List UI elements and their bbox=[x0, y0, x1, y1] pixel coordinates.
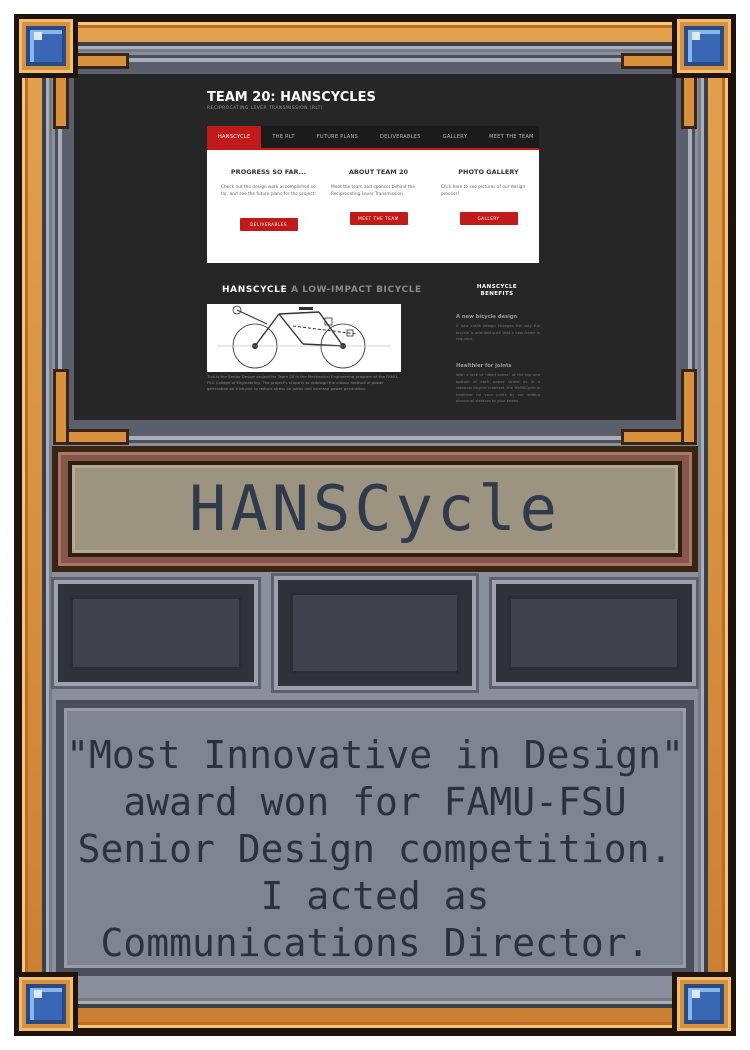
stat-slot-inner bbox=[290, 592, 460, 674]
column-text: Meet the team and sponsor behind the Rec… bbox=[331, 185, 415, 197]
column-gallery: PHOTO GALLERY Click here to see pictures… bbox=[441, 168, 536, 225]
column-text: Click here to see pictures of our design… bbox=[441, 185, 526, 197]
section-heading-rest: A LOW-IMPACT BICYCLE bbox=[290, 285, 422, 295]
section-heading-bold: HANSCYCLE bbox=[222, 285, 288, 295]
column-heading: ABOUT TEAM 20 bbox=[348, 168, 409, 176]
blue-gem-icon bbox=[672, 972, 736, 1036]
bicycle-diagram-image bbox=[207, 304, 401, 372]
gallery-button[interactable]: GALLERY bbox=[459, 212, 518, 225]
card-description: "Most Innovative in Design" award won fo… bbox=[66, 733, 684, 965]
nav-item-meet-the-team[interactable]: MEET THE TEAM bbox=[478, 126, 545, 148]
column-heading: PROGRESS SO FAR... bbox=[230, 168, 307, 176]
feature-columns: PROGRESS SO FAR... Check out the design … bbox=[207, 150, 539, 263]
column-progress: PROGRESS SO FAR... Check out the design … bbox=[221, 168, 316, 231]
blue-gem-icon bbox=[14, 972, 78, 1036]
bicycle-sketch-icon bbox=[217, 305, 391, 369]
section-body: This is the Senior Design project for Te… bbox=[207, 374, 399, 392]
card-title: HANSCycle bbox=[189, 472, 561, 545]
nav-item-deliverables[interactable]: DELIVERABLES bbox=[369, 126, 432, 148]
column-about: ABOUT TEAM 20 Meet the team and sponsor … bbox=[331, 168, 426, 225]
blue-gem-icon bbox=[672, 14, 736, 78]
stat-slot-inner bbox=[70, 596, 242, 670]
benefit-text: A new crank design changes the way the b… bbox=[456, 323, 540, 341]
nav-item-hanscycle[interactable]: HANSCYCLE bbox=[207, 126, 262, 148]
blue-gem-icon bbox=[14, 14, 78, 78]
column-text: Check out the design work accomplished s… bbox=[221, 185, 316, 197]
stat-slot bbox=[278, 580, 472, 686]
site-subtitle: RECIPROCATING LEVER TRANSMISSION (RLT) bbox=[207, 106, 323, 111]
site-nav: HANSCYCLE THE RLT FUTURE PLANS DELIVERAB… bbox=[207, 126, 539, 150]
section-heading: HANSCYCLE A LOW-IMPACT BICYCLE bbox=[222, 285, 422, 295]
benefits-title: HANSCYCLE BENEFITS bbox=[476, 284, 518, 297]
stat-slot bbox=[496, 584, 692, 682]
nav-item-future-plans[interactable]: FUTURE PLANS bbox=[306, 126, 369, 148]
stat-slot-inner bbox=[508, 596, 680, 670]
benefit-heading: A new bicycle design bbox=[456, 314, 518, 320]
nav-item-rlt[interactable]: THE RLT bbox=[261, 126, 305, 148]
meet-the-team-button[interactable]: MEET THE TEAM bbox=[349, 212, 408, 225]
benefit-text: With a lack of "dead zones" at the top a… bbox=[456, 372, 540, 403]
nav-item-gallery[interactable]: GALLERY bbox=[432, 126, 478, 148]
benefit-heading: Healthier for joints bbox=[456, 363, 512, 369]
stat-slot bbox=[58, 584, 254, 682]
deliverables-button[interactable]: DELIVERABLES bbox=[239, 218, 298, 231]
website-screenshot: TEAM 20: HANSCYCLES RECIPROCATING LEVER … bbox=[74, 74, 676, 420]
site-title: TEAM 20: HANSCYCLES bbox=[207, 90, 376, 105]
column-heading: PHOTO GALLERY bbox=[458, 168, 519, 176]
